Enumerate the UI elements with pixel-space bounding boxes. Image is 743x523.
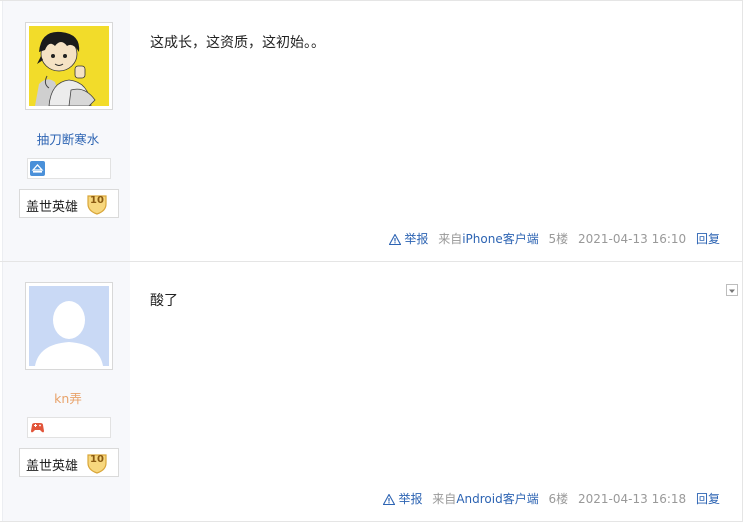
level-badge[interactable]: 盖世英雄 10 [19, 448, 119, 477]
report-link[interactable]: 举报 [388, 230, 429, 247]
member-badge[interactable] [27, 158, 111, 179]
game-controller-icon [31, 423, 44, 433]
username[interactable]: kn弄 [3, 388, 133, 407]
level-badge[interactable]: 盖世英雄 10 [19, 189, 119, 218]
member-badge[interactable] [27, 417, 111, 438]
floor-number: 6楼 [548, 492, 569, 506]
avatar-image [29, 26, 109, 106]
report-warning-icon [388, 233, 402, 246]
post-floor-6: kn弄 盖世英雄 10 酸了 举报 来自Android客户端 6楼 2021-0… [0, 262, 743, 522]
dropdown-arrow-icon[interactable] [726, 284, 738, 296]
report-label: 举报 [404, 232, 429, 246]
post-content: 这成长，这资质，这初始。。 举报 来自iPhone客户端 5楼 2021-04-… [130, 1, 743, 261]
reply-link[interactable]: 回复 [696, 230, 720, 247]
report-label: 举报 [398, 492, 423, 506]
post-text: 这成长，这资质，这初始。。 [150, 35, 325, 51]
from-prefix: 来自 [438, 232, 463, 246]
username[interactable]: 抽刀断寒水 [3, 129, 133, 148]
floor-number: 5楼 [548, 232, 569, 246]
level-number: 10 [90, 195, 104, 206]
post-content: 酸了 举报 来自Android客户端 6楼 2021-04-13 16:18 回… [130, 262, 743, 521]
client-link[interactable]: iPhone客户端 [462, 232, 539, 246]
author-sidebar: 抽刀断寒水 盖世英雄 10 [2, 1, 130, 261]
post-time: 2021-04-13 16:10 [578, 232, 687, 246]
post-tail: 举报 来自iPhone客户端 5楼 2021-04-13 16:10 回复 [388, 230, 720, 247]
level-title: 盖世英雄 [26, 200, 79, 215]
level-title: 盖世英雄 [26, 459, 79, 474]
post-tail: 举报 来自Android客户端 6楼 2021-04-13 16:18 回复 [383, 490, 720, 507]
post-text: 酸了 [150, 293, 178, 309]
from-prefix: 来自 [432, 492, 457, 506]
report-link[interactable]: 举报 [383, 490, 422, 507]
reply-link[interactable]: 回复 [696, 490, 720, 507]
client-link[interactable]: Android客户端 [456, 492, 538, 506]
dropdown-arrow-glyph [729, 289, 735, 293]
client-source: 来自iPhone客户端 [438, 230, 539, 247]
avatar[interactable] [25, 22, 113, 110]
client-source: 来自Android客户端 [432, 490, 538, 507]
report-warning-icon [383, 493, 396, 506]
post-time: 2021-04-13 16:18 [578, 492, 687, 506]
author-sidebar: kn弄 盖世英雄 10 [2, 262, 130, 521]
member-badge-icon [30, 161, 45, 176]
level-number: 10 [90, 454, 104, 465]
post-floor-5: 抽刀断寒水 盖世英雄 10 这成长，这资质，这初始。。 举报 来自iPhone客… [0, 0, 743, 262]
avatar[interactable] [25, 282, 113, 370]
default-avatar-image [29, 286, 109, 366]
